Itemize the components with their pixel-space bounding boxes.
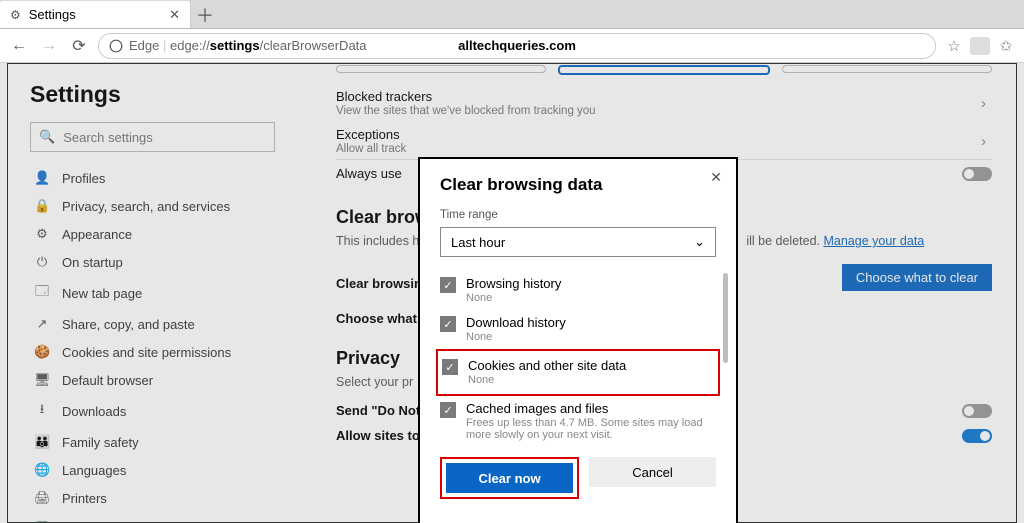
blocked-trackers-row[interactable]: Blocked trackers View the sites that we'… (336, 83, 992, 121)
sidebar-item-cookies-and-site-permissions[interactable]: 🍪 Cookies and site permissions (30, 338, 275, 366)
gear-icon: ⚙ (10, 8, 21, 22)
close-icon[interactable]: ✕ (169, 7, 180, 23)
always-strict-toggle[interactable] (962, 167, 992, 181)
clear-browsing-sub: Clear browsing (336, 276, 430, 291)
sidebar-item-icon: 🌐 (34, 462, 50, 478)
tracking-card-balanced[interactable] (558, 65, 770, 75)
sidebar-item-appearance[interactable]: ⚙ Appearance (30, 220, 275, 248)
search-settings-input[interactable]: 🔍 Search settings (30, 122, 275, 152)
navigation-bar: ← → ⟳ Edge | edge://settings/clearBrowse… (0, 29, 1024, 63)
sidebar-item-label: Profiles (62, 171, 105, 186)
sidebar-item-icon: 🍪 (34, 344, 50, 360)
favorites-bar-icon[interactable]: ✩ (996, 37, 1016, 55)
option-browsing-history[interactable]: ✓ Browsing history None (440, 271, 716, 310)
sidebar-item-label: Family safety (62, 435, 139, 450)
back-button[interactable]: ← (8, 37, 30, 55)
time-range-label: Time range (440, 209, 716, 221)
sidebar-item-languages[interactable]: 🌐 Languages (30, 456, 275, 484)
choose-clear-button[interactable]: Choose what to clear (842, 264, 992, 291)
sidebar-item-icon: 👤 (34, 170, 50, 186)
sidebar-item-share-copy-and-paste[interactable]: ↗ Share, copy, and paste (30, 310, 275, 338)
cancel-button[interactable]: Cancel (589, 457, 716, 487)
sidebar-item-family-safety[interactable]: 👪 Family safety (30, 428, 275, 456)
settings-sidebar: Settings 🔍 Search settings 👤 Profiles 🔒 Pri… (30, 81, 275, 523)
dnt-toggle[interactable] (962, 404, 992, 418)
address-text: Edge | edge://settings/clearBrowserData (129, 38, 367, 53)
chevron-right-icon: › (981, 133, 992, 150)
option-cookies[interactable]: ✓ Cookies and other site data None (442, 353, 714, 392)
sidebar-item-icon: ⏻ (34, 254, 50, 270)
sidebar-item-privacy-search-and-services[interactable]: 🔒 Privacy, search, and services (30, 192, 275, 220)
sidebar-item-icon: 🗔 (34, 282, 50, 304)
tracking-card-strict[interactable] (782, 65, 992, 73)
sidebar-item-icon: 💻 (34, 518, 50, 523)
sidebar-item-label: Printers (62, 491, 107, 506)
checkbox-checked-icon[interactable]: ✓ (440, 316, 456, 332)
sidebar-item-label: Languages (62, 463, 126, 478)
search-icon: 🔍 (39, 129, 55, 145)
clear-now-button[interactable]: Clear now (446, 463, 573, 493)
sidebar-item-label: Default browser (62, 373, 153, 388)
edge-icon (109, 39, 123, 53)
sidebar-title: Settings (30, 81, 275, 108)
chevron-down-icon: ⌄ (694, 234, 705, 250)
refresh-button[interactable]: ⟳ (68, 36, 90, 56)
sidebar-item-icon: 🔒 (34, 198, 50, 214)
dialog-scrollbar[interactable] (723, 273, 728, 363)
shield-icon[interactable]: ▮ (970, 37, 990, 55)
sidebar-item-label: System (62, 519, 105, 523)
tab-title: Settings (29, 7, 76, 22)
tracking-card-basic[interactable] (336, 65, 546, 73)
favorite-icon[interactable]: ☆ (944, 37, 964, 55)
new-tab-button[interactable]: ＋ (191, 2, 219, 28)
clear-browsing-dialog: ✕ Clear browsing data Time range Last ho… (418, 157, 738, 523)
sidebar-item-label: Cookies and site permissions (62, 345, 231, 360)
browser-tab[interactable]: ⚙ Settings ✕ (0, 1, 191, 28)
annotation-highlight-clear: Clear now (440, 457, 579, 499)
sidebar-item-icon: 👪 (34, 434, 50, 450)
sidebar-item-profiles[interactable]: 👤 Profiles (30, 164, 275, 192)
tab-bar: ⚙ Settings ✕ ＋ (0, 0, 1024, 29)
sidebar-item-icon: ↗ (34, 316, 50, 332)
sidebar-item-system[interactable]: 💻 System (30, 512, 275, 523)
sidebar-item-printers[interactable]: 🖨 Printers (30, 484, 275, 512)
dialog-title: Clear browsing data (440, 175, 716, 195)
watermark-text: alltechqueries.com (458, 38, 576, 53)
sidebar-item-downloads[interactable]: ⭳ Downloads (30, 394, 275, 428)
sidebar-item-default-browser[interactable]: 🖥 Default browser (30, 366, 275, 394)
sidebar-item-new-tab-page[interactable]: 🗔 New tab page (30, 276, 275, 310)
checkbox-checked-icon[interactable]: ✓ (442, 359, 458, 375)
sidebar-item-label: Downloads (62, 404, 126, 419)
sidebar-item-label: New tab page (62, 286, 142, 301)
sidebar-item-on-startup[interactable]: ⏻ On startup (30, 248, 275, 276)
address-bar[interactable]: Edge | edge://settings/clearBrowserData … (98, 33, 936, 59)
chevron-right-icon: › (981, 95, 992, 112)
sidebar-item-label: Appearance (62, 227, 132, 242)
payment-toggle[interactable] (962, 429, 992, 443)
option-download-history[interactable]: ✓ Download history None (440, 310, 716, 349)
dialog-close-icon[interactable]: ✕ (710, 169, 722, 186)
sidebar-item-icon: 🖥 (34, 372, 50, 388)
forward-button[interactable]: → (38, 37, 60, 55)
annotation-highlight-cookies: ✓ Cookies and other site data None (436, 349, 720, 396)
sidebar-item-icon: ⚙ (34, 226, 50, 242)
checkbox-checked-icon[interactable]: ✓ (440, 402, 456, 418)
sidebar-item-label: On startup (62, 255, 123, 270)
sidebar-item-label: Share, copy, and paste (62, 317, 195, 332)
sidebar-item-icon: ⭳ (34, 400, 50, 422)
manage-data-link[interactable]: Manage your data (823, 234, 924, 248)
time-range-select[interactable]: Last hour ⌄ (440, 227, 716, 257)
sidebar-item-icon: 🖨 (34, 490, 50, 506)
sidebar-item-label: Privacy, search, and services (62, 199, 230, 214)
exceptions-row[interactable]: Exceptions Allow all track › (336, 121, 992, 159)
checkbox-checked-icon[interactable]: ✓ (440, 277, 456, 293)
option-cached[interactable]: ✓ Cached images and files Frees up less … (440, 396, 716, 447)
